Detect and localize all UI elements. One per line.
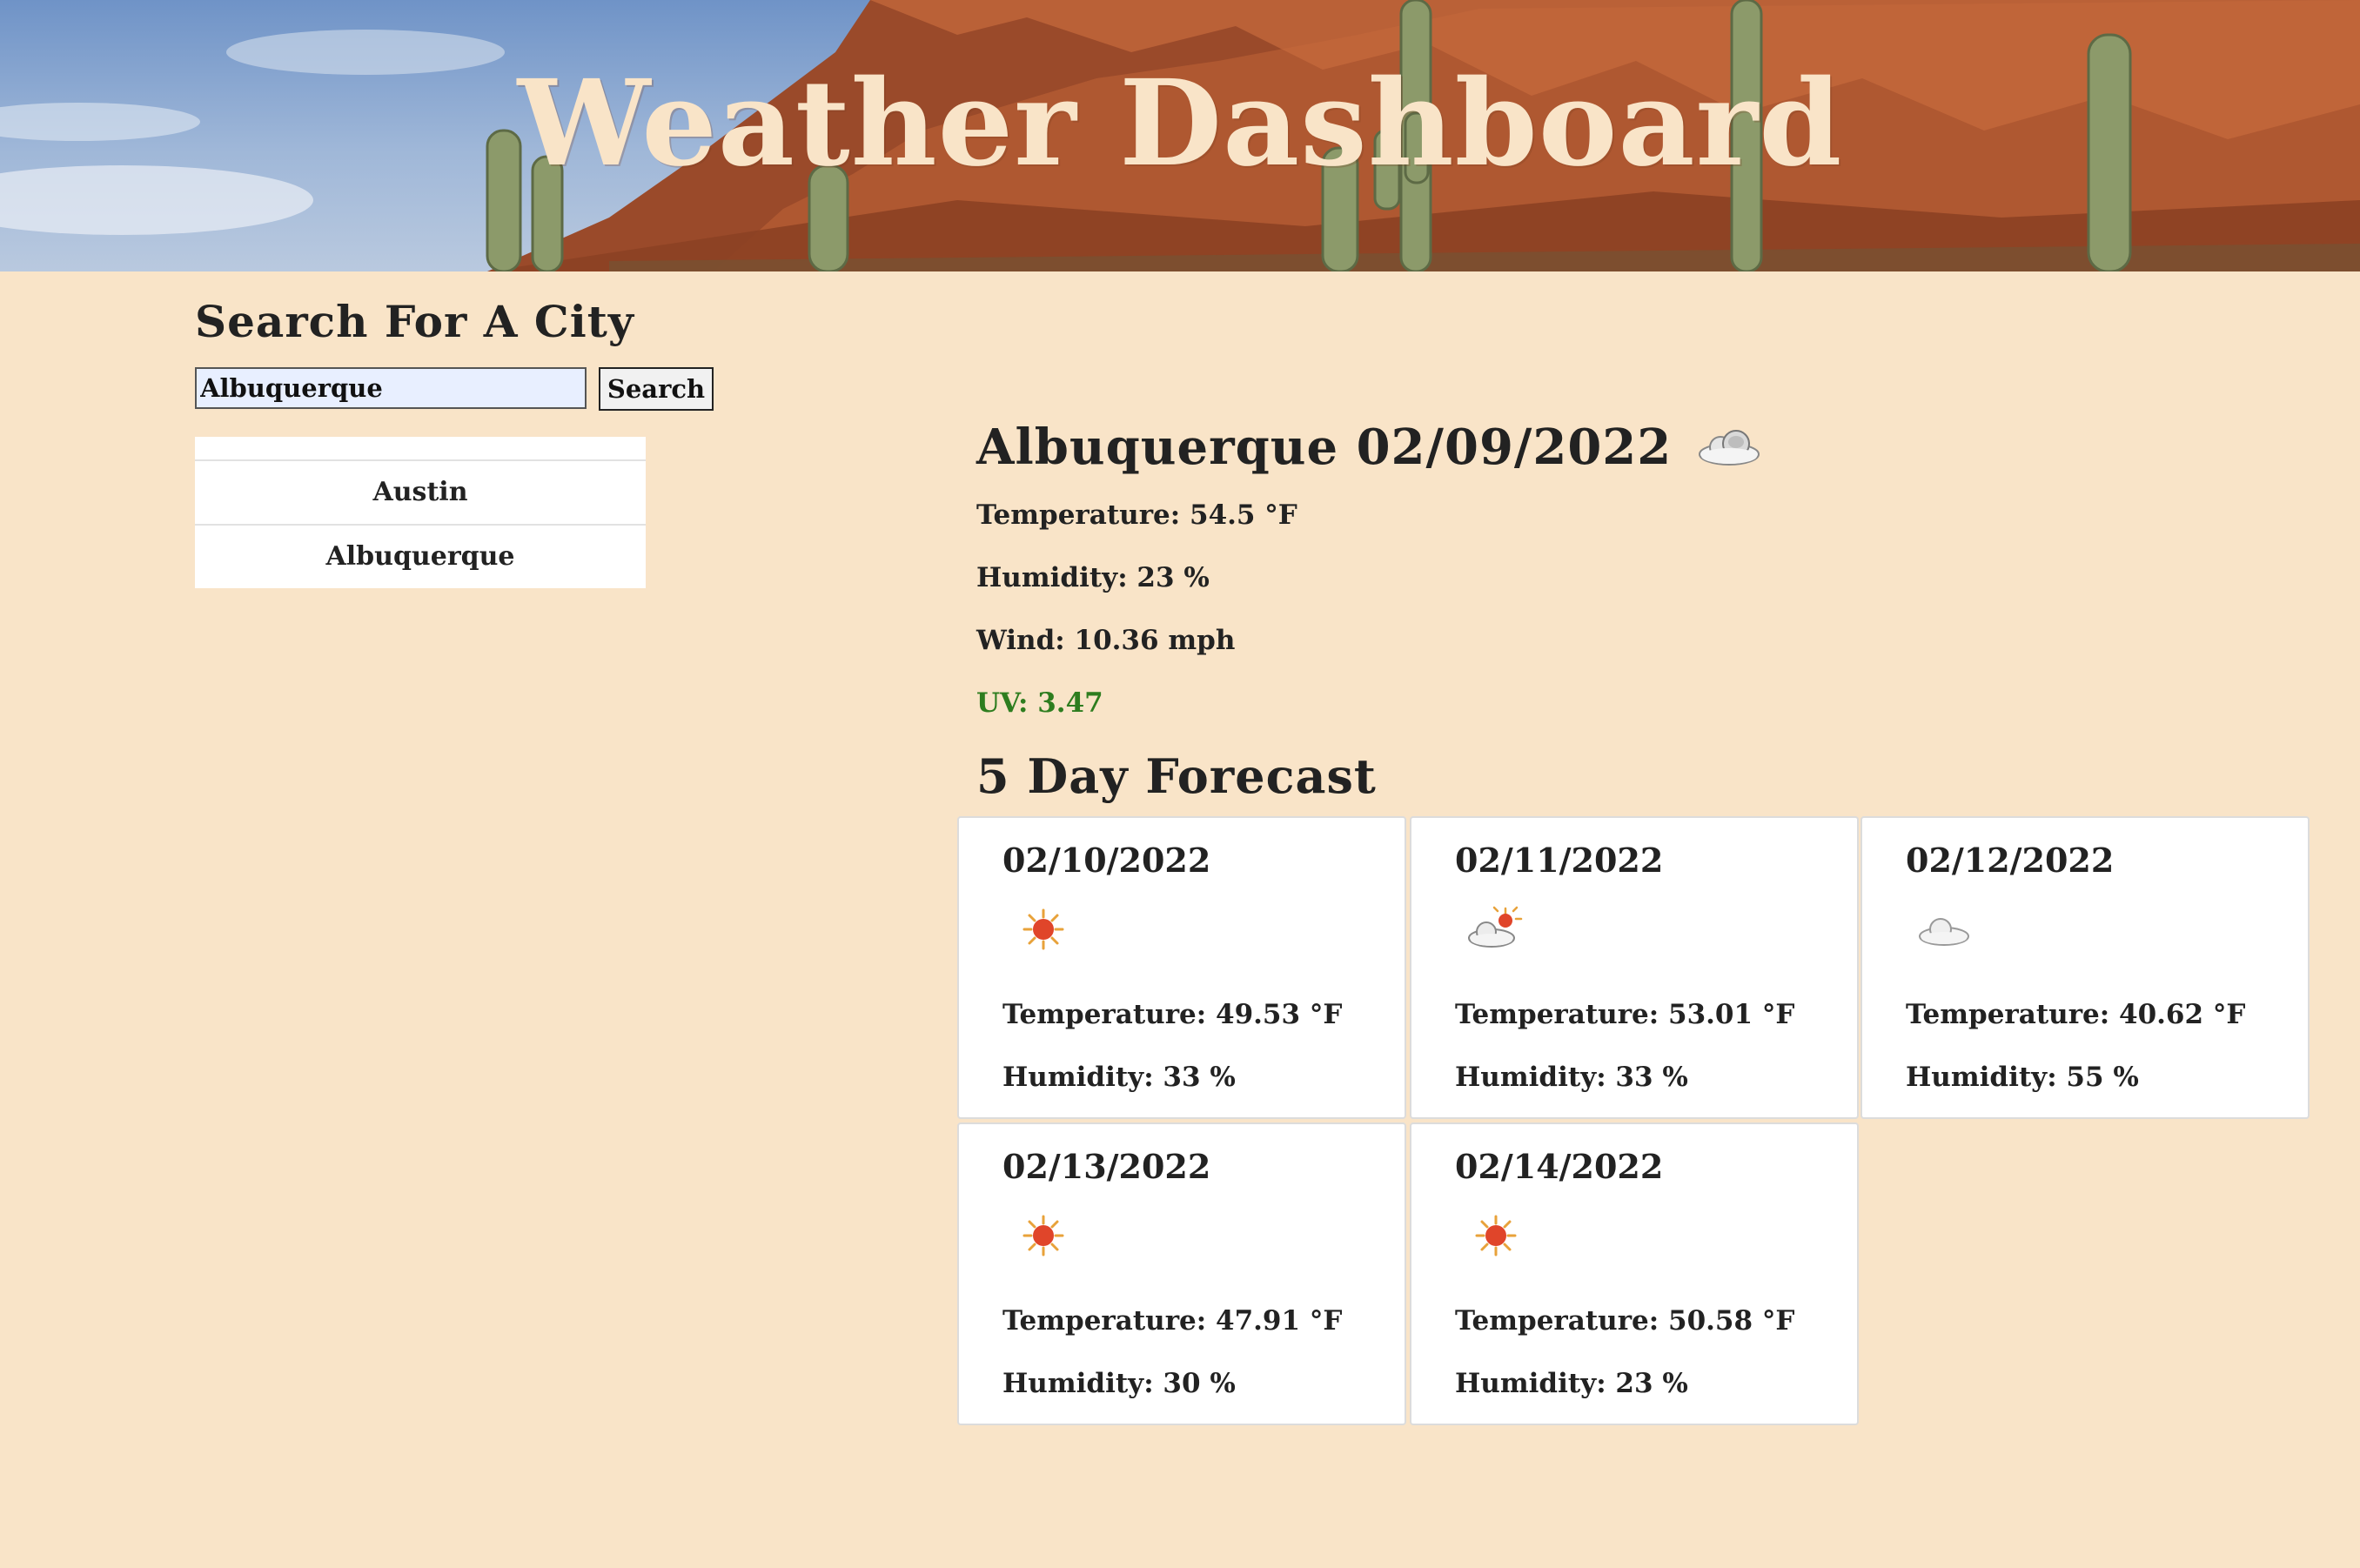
- cloud-icon: [1694, 421, 1764, 473]
- search-sidebar: Search For A City Search Austin Albuquer…: [195, 296, 717, 588]
- city-search-input[interactable]: [195, 367, 587, 409]
- forecast-temperature: Temperature: 49.53 °F: [1002, 999, 1343, 1030]
- header-banner: Weather Dashboard: [0, 0, 2360, 271]
- current-weather-title: Albuquerque 02/09/2022: [976, 412, 2108, 482]
- forecast-date: 02/12/2022: [1906, 841, 2115, 880]
- page-title: Weather Dashboard: [517, 54, 1843, 193]
- forecast-humidity: Humidity: 33 %: [1455, 1062, 1688, 1093]
- forecast-date: 02/14/2022: [1455, 1147, 1664, 1186]
- sun-icon: [1465, 1210, 1526, 1262]
- forecast-date: 02/13/2022: [1002, 1147, 1211, 1186]
- forecast-card: 02/14/2022 Temperature: 50.58 °F Humidit…: [1410, 1122, 1859, 1425]
- current-humidity: Humidity: 23 %: [976, 562, 1210, 593]
- forecast-card: 02/12/2022 Temperature: 40.62 °F Humidit…: [1861, 816, 2310, 1119]
- history-item-albuquerque[interactable]: Albuquerque: [195, 526, 646, 588]
- current-uv-index: UV: 3.47: [976, 687, 1103, 719]
- forecast-temperature: Temperature: 47.91 °F: [1002, 1305, 1343, 1337]
- forecast-humidity: Humidity: 30 %: [1002, 1368, 1236, 1399]
- forecast-humidity: Humidity: 55 %: [1906, 1062, 2139, 1093]
- forecast-humidity: Humidity: 33 %: [1002, 1062, 1236, 1093]
- current-wind: Wind: 10.36 mph: [976, 625, 1236, 656]
- search-form: Search: [195, 367, 717, 412]
- forecast-card: 02/13/2022 Temperature: 47.91 °F Humidit…: [957, 1122, 1406, 1425]
- search-button[interactable]: Search: [599, 367, 714, 411]
- forecast-temperature: Temperature: 53.01 °F: [1455, 999, 1795, 1030]
- search-history-list: Austin Albuquerque: [195, 437, 646, 588]
- search-heading: Search For A City: [195, 296, 634, 347]
- forecast-temperature: Temperature: 40.62 °F: [1906, 999, 2246, 1030]
- forecast-humidity: Humidity: 23 %: [1455, 1368, 1688, 1399]
- current-temperature: Temperature: 54.5 °F: [976, 499, 1297, 531]
- forecast-card: 02/11/2022 Temperature: 53.01 °F Humidit…: [1410, 816, 1859, 1119]
- sun-icon: [1013, 1210, 1074, 1262]
- forecast-date: 02/11/2022: [1455, 841, 1664, 880]
- forecast-cards: 02/10/2022 Temperature: 49.53 °F Humidit…: [957, 816, 2315, 1434]
- current-city-date: Albuquerque 02/09/2022: [976, 419, 1673, 476]
- sun-icon: [1013, 903, 1074, 955]
- forecast-date: 02/10/2022: [1002, 841, 1211, 880]
- forecast-temperature: Temperature: 50.58 °F: [1455, 1305, 1795, 1337]
- cloud-icon: [1916, 903, 1977, 955]
- forecast-card: 02/10/2022 Temperature: 49.53 °F Humidit…: [957, 816, 1406, 1119]
- history-item-austin[interactable]: Austin: [195, 461, 646, 526]
- history-list-top: [195, 437, 646, 461]
- partly-cloudy-icon: [1465, 903, 1526, 955]
- forecast-heading: 5 Day Forecast: [976, 748, 1377, 804]
- current-weather: Albuquerque 02/09/2022 Temperature: 54.5…: [976, 412, 2108, 804]
